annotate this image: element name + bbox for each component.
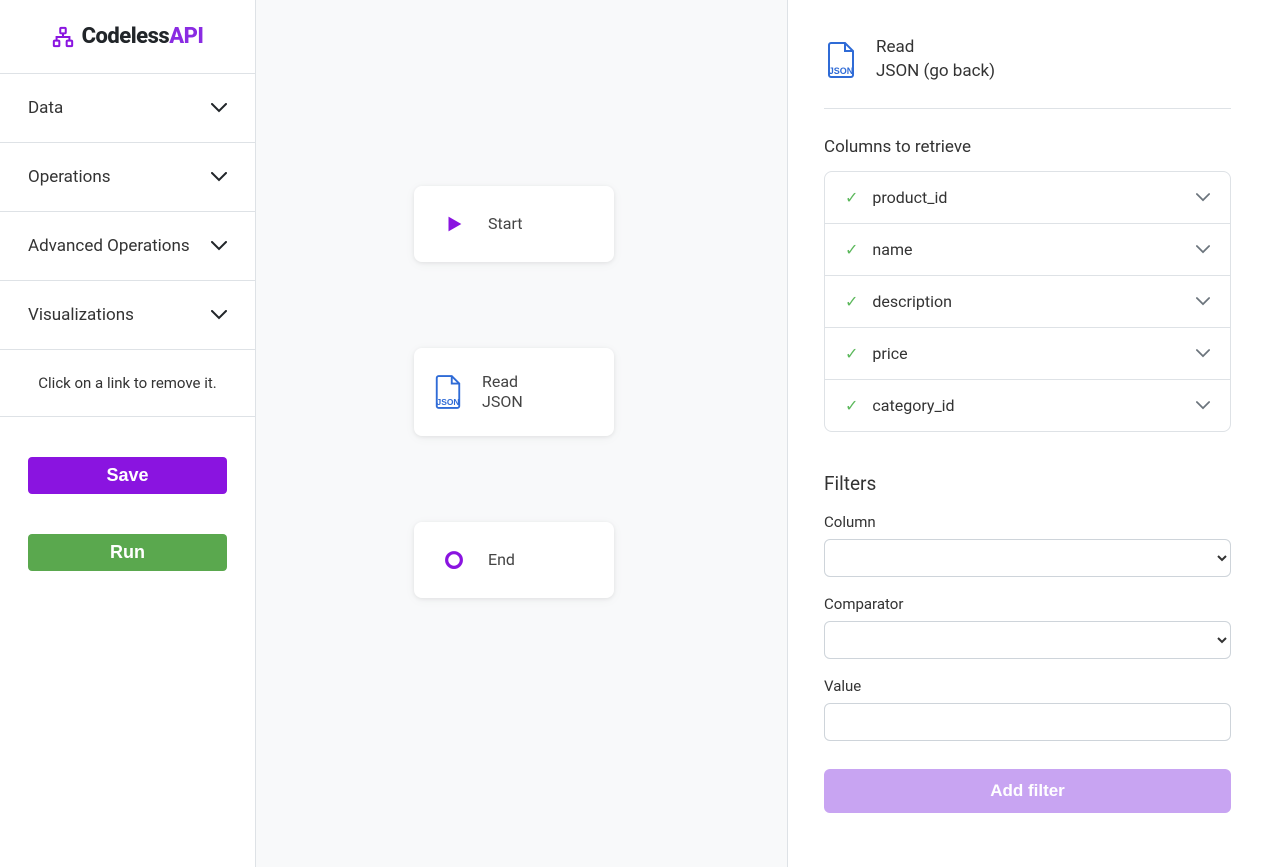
check-icon: ✓ [845,240,858,259]
chevron-down-icon [1196,401,1210,410]
sidebar: CodelessAPI Data Operations Advanced Ope… [0,0,256,867]
column-row[interactable]: ✓ category_id [825,380,1230,431]
sidebar-item-label: Data [28,98,63,118]
sidebar-item-operations[interactable]: Operations [0,143,255,211]
check-icon: ✓ [845,292,858,311]
sidebar-item-label: Advanced Operations [28,236,190,256]
sidebar-item-data[interactable]: Data [0,74,255,142]
details-title-line2: JSON (go back) [876,60,995,84]
column-row[interactable]: ✓ product_id [825,172,1230,224]
details-panel: JSON Read JSON (go back) Columns to retr… [787,0,1267,867]
chevron-down-icon [211,241,227,251]
chevron-down-icon [211,103,227,113]
details-title-line1: Read [876,36,995,60]
node-label: End [488,550,515,570]
column-row[interactable]: ✓ price [825,328,1230,380]
columns-list: ✓ product_id ✓ name ✓ description ✓ pric… [824,171,1231,432]
node-end[interactable]: End [414,522,614,598]
check-icon: ✓ [845,188,858,207]
column-name: price [872,344,1182,363]
run-button[interactable]: Run [28,534,227,571]
json-file-icon: JSON [824,41,858,79]
check-icon: ✓ [845,396,858,415]
check-icon: ✓ [845,344,858,363]
node-label: Start [488,214,522,234]
filter-column-label: Column [824,513,1231,531]
column-name: name [872,240,1182,259]
filters-heading: Filters [824,472,1231,495]
filter-comparator-label: Comparator [824,595,1231,613]
sidebar-item-label: Operations [28,167,111,187]
circle-outline-icon [438,544,470,576]
sidebar-item-advanced-operations[interactable]: Advanced Operations [0,212,255,280]
hierarchy-icon [52,26,74,48]
helper-text: Click on a link to remove it. [0,350,255,417]
chevron-down-icon [1196,297,1210,306]
node-start[interactable]: Start [414,186,614,262]
filter-value-input[interactable] [824,703,1231,741]
sidebar-item-label: Visualizations [28,305,134,325]
column-name: product_id [872,188,1182,207]
chevron-down-icon [211,172,227,182]
chevron-down-icon [1196,349,1210,358]
save-button[interactable]: Save [28,457,227,494]
details-header[interactable]: JSON Read JSON (go back) [824,36,1231,109]
filter-column-select[interactable] [824,539,1231,577]
chevron-down-icon [1196,193,1210,202]
chevron-down-icon [211,310,227,320]
chevron-down-icon [1196,245,1210,254]
column-row[interactable]: ✓ description [825,276,1230,328]
svg-text:JSON: JSON [437,397,460,407]
column-name: category_id [872,396,1182,415]
filter-comparator-select[interactable] [824,621,1231,659]
node-read-json[interactable]: JSON Read JSON [414,348,614,436]
node-label: Read JSON [482,372,523,412]
filter-value-label: Value [824,677,1231,695]
sidebar-item-visualizations[interactable]: Visualizations [0,281,255,349]
columns-section-label: Columns to retrieve [824,137,1231,157]
column-row[interactable]: ✓ name [825,224,1230,276]
add-filter-button[interactable]: Add filter [824,769,1231,813]
brand-text: CodelessAPI [82,24,204,49]
canvas[interactable]: Start JSON Read JSON End [256,0,787,867]
play-icon [438,208,470,240]
json-file-icon: JSON [432,376,464,408]
column-name: description [872,292,1182,311]
brand-logo[interactable]: CodelessAPI [0,0,255,74]
svg-text:JSON: JSON [829,66,854,76]
